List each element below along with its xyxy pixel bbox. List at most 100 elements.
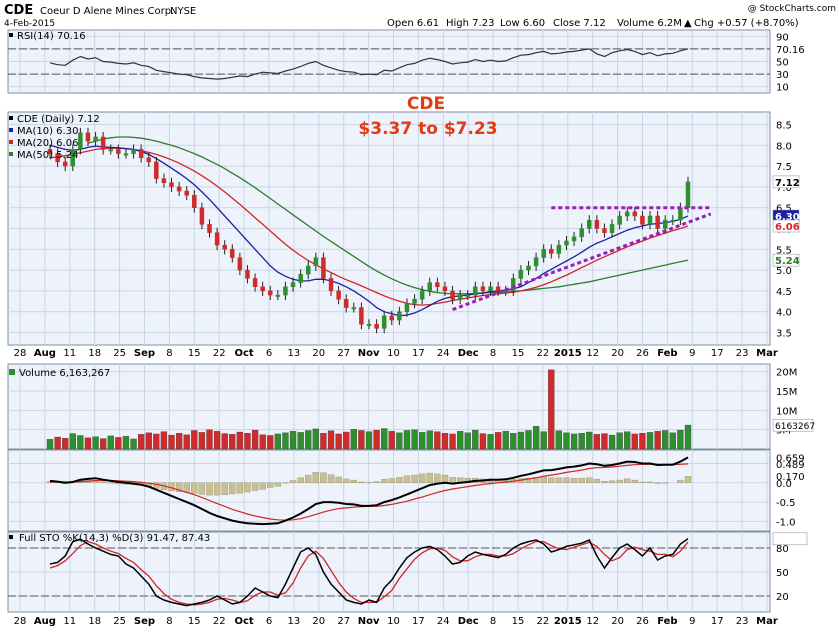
date-tick-label: 20 bbox=[611, 616, 624, 627]
sto-axis-label: 50 bbox=[776, 568, 789, 579]
stockchart: CDE Coeur D Alene Mines Corp. NYSE 4-Feb… bbox=[0, 0, 839, 633]
ma50-legend: MA(50) 5.24 bbox=[17, 150, 78, 161]
date-tick-label: 27 bbox=[337, 616, 350, 627]
date-tick-label: Dec bbox=[458, 616, 479, 627]
price-axis-label: 5.0 bbox=[776, 266, 792, 277]
volume-bar bbox=[647, 432, 653, 449]
candle-up bbox=[94, 137, 98, 141]
volume-bar bbox=[131, 439, 137, 449]
candle-down bbox=[451, 291, 455, 299]
date-tick-label: 9 bbox=[689, 616, 695, 627]
price-axis-label: 8.0 bbox=[776, 141, 792, 152]
volume-bar bbox=[55, 437, 61, 449]
volume-bar bbox=[237, 432, 243, 449]
volume-bar bbox=[366, 432, 372, 449]
volume-bar bbox=[199, 432, 205, 449]
volume-legend: Volume 6,163,267 bbox=[19, 368, 110, 379]
date-tick-label: 28 bbox=[14, 348, 27, 359]
volume-axis-label: 10M bbox=[776, 406, 797, 417]
date-tick-label: 17 bbox=[412, 348, 425, 359]
macd-hist-bar bbox=[260, 483, 266, 490]
volume-bar bbox=[427, 431, 433, 449]
candle-up bbox=[686, 182, 690, 208]
volume-bar bbox=[442, 433, 448, 449]
macd-hist-bar bbox=[252, 483, 258, 491]
candle-down bbox=[162, 179, 166, 183]
date-tick-label: 28 bbox=[14, 616, 27, 627]
candle-down bbox=[208, 224, 212, 232]
candle-down bbox=[595, 220, 599, 228]
change-value: Chg +0.57 (+8.70%) bbox=[694, 18, 799, 29]
volume-bar bbox=[320, 433, 326, 449]
candle-down bbox=[481, 287, 485, 291]
macd-hist-bar bbox=[586, 478, 592, 483]
watermark: @ StockCharts.com bbox=[748, 4, 836, 14]
date-tick-label: 12 bbox=[586, 616, 599, 627]
candle-up bbox=[648, 216, 652, 224]
macd-hist-bar bbox=[617, 480, 623, 483]
date-tick-label: Mar bbox=[756, 616, 778, 627]
price-flag-label: 5.24 bbox=[775, 256, 800, 267]
macd-axis-label: 0.0 bbox=[776, 479, 792, 490]
macd-hist-bar bbox=[404, 476, 410, 483]
date-tick-label: 23 bbox=[736, 348, 749, 359]
macd-hist-bar bbox=[563, 478, 569, 483]
ma10-legend: MA(10) 6.30 bbox=[17, 126, 78, 137]
candle-down bbox=[154, 162, 158, 179]
volume-bar bbox=[579, 433, 585, 449]
volume-bar bbox=[328, 431, 334, 449]
macd-hist-bar bbox=[343, 479, 349, 483]
macd-hist-bar bbox=[381, 479, 387, 482]
date-tick-label: Nov bbox=[358, 616, 380, 627]
candle-up bbox=[413, 299, 417, 303]
macd-hist-bar bbox=[237, 483, 243, 493]
volume-bar bbox=[146, 433, 152, 449]
macd-hist-bar bbox=[374, 482, 380, 483]
date-tick-label: 17 bbox=[412, 616, 425, 627]
volume-bar bbox=[465, 433, 471, 449]
volume-bar bbox=[100, 439, 106, 449]
volume-bar bbox=[138, 434, 144, 449]
macd-hist-bar bbox=[419, 474, 425, 483]
date-tick-label: 27 bbox=[337, 348, 350, 359]
macd-hist-bar bbox=[222, 483, 228, 495]
candle-up bbox=[466, 295, 470, 297]
candle-up bbox=[527, 266, 531, 270]
volume-value: Volume 6.2M bbox=[617, 18, 682, 29]
macd-hist-bar bbox=[609, 481, 615, 483]
date-tick-label: 24 bbox=[437, 616, 450, 627]
macd-hist-bar bbox=[320, 473, 326, 483]
date-tick-label: 22 bbox=[537, 348, 550, 359]
volume-bar bbox=[457, 431, 463, 449]
candle-up bbox=[534, 258, 538, 266]
date-tick-label: 18 bbox=[88, 616, 101, 627]
volume-bar bbox=[670, 433, 676, 449]
open-value: Open 6.61 bbox=[387, 18, 439, 29]
macd-hist-bar bbox=[199, 483, 205, 495]
macd-hist-bar bbox=[579, 478, 585, 483]
candle-up bbox=[109, 149, 113, 151]
macd-hist-bar bbox=[685, 476, 691, 483]
volume-bar bbox=[343, 432, 349, 449]
volume-bar bbox=[358, 430, 364, 449]
candle-down bbox=[192, 195, 196, 207]
macd-hist-bar bbox=[601, 481, 607, 483]
date-tick-label: 11 bbox=[63, 348, 76, 359]
candle-up bbox=[618, 216, 622, 224]
volume-bar bbox=[533, 426, 539, 449]
candle-down bbox=[321, 258, 325, 279]
macd-hist-bar bbox=[336, 477, 342, 483]
rsi-axis-label: 30 bbox=[776, 70, 789, 81]
volume-bar bbox=[176, 433, 182, 449]
volume-legend-swatch bbox=[9, 369, 15, 375]
volume-bar bbox=[404, 430, 410, 449]
candle-down bbox=[116, 149, 120, 153]
ma20-legend-swatch bbox=[9, 140, 13, 144]
date-tick-label: 23 bbox=[736, 616, 749, 627]
macd-hist-bar bbox=[647, 482, 653, 483]
date-tick-label: 9 bbox=[689, 348, 695, 359]
date-tick-label: 13 bbox=[288, 348, 301, 359]
volume-bar bbox=[488, 434, 494, 449]
candle-up bbox=[405, 303, 409, 311]
volume-bar bbox=[260, 435, 266, 449]
